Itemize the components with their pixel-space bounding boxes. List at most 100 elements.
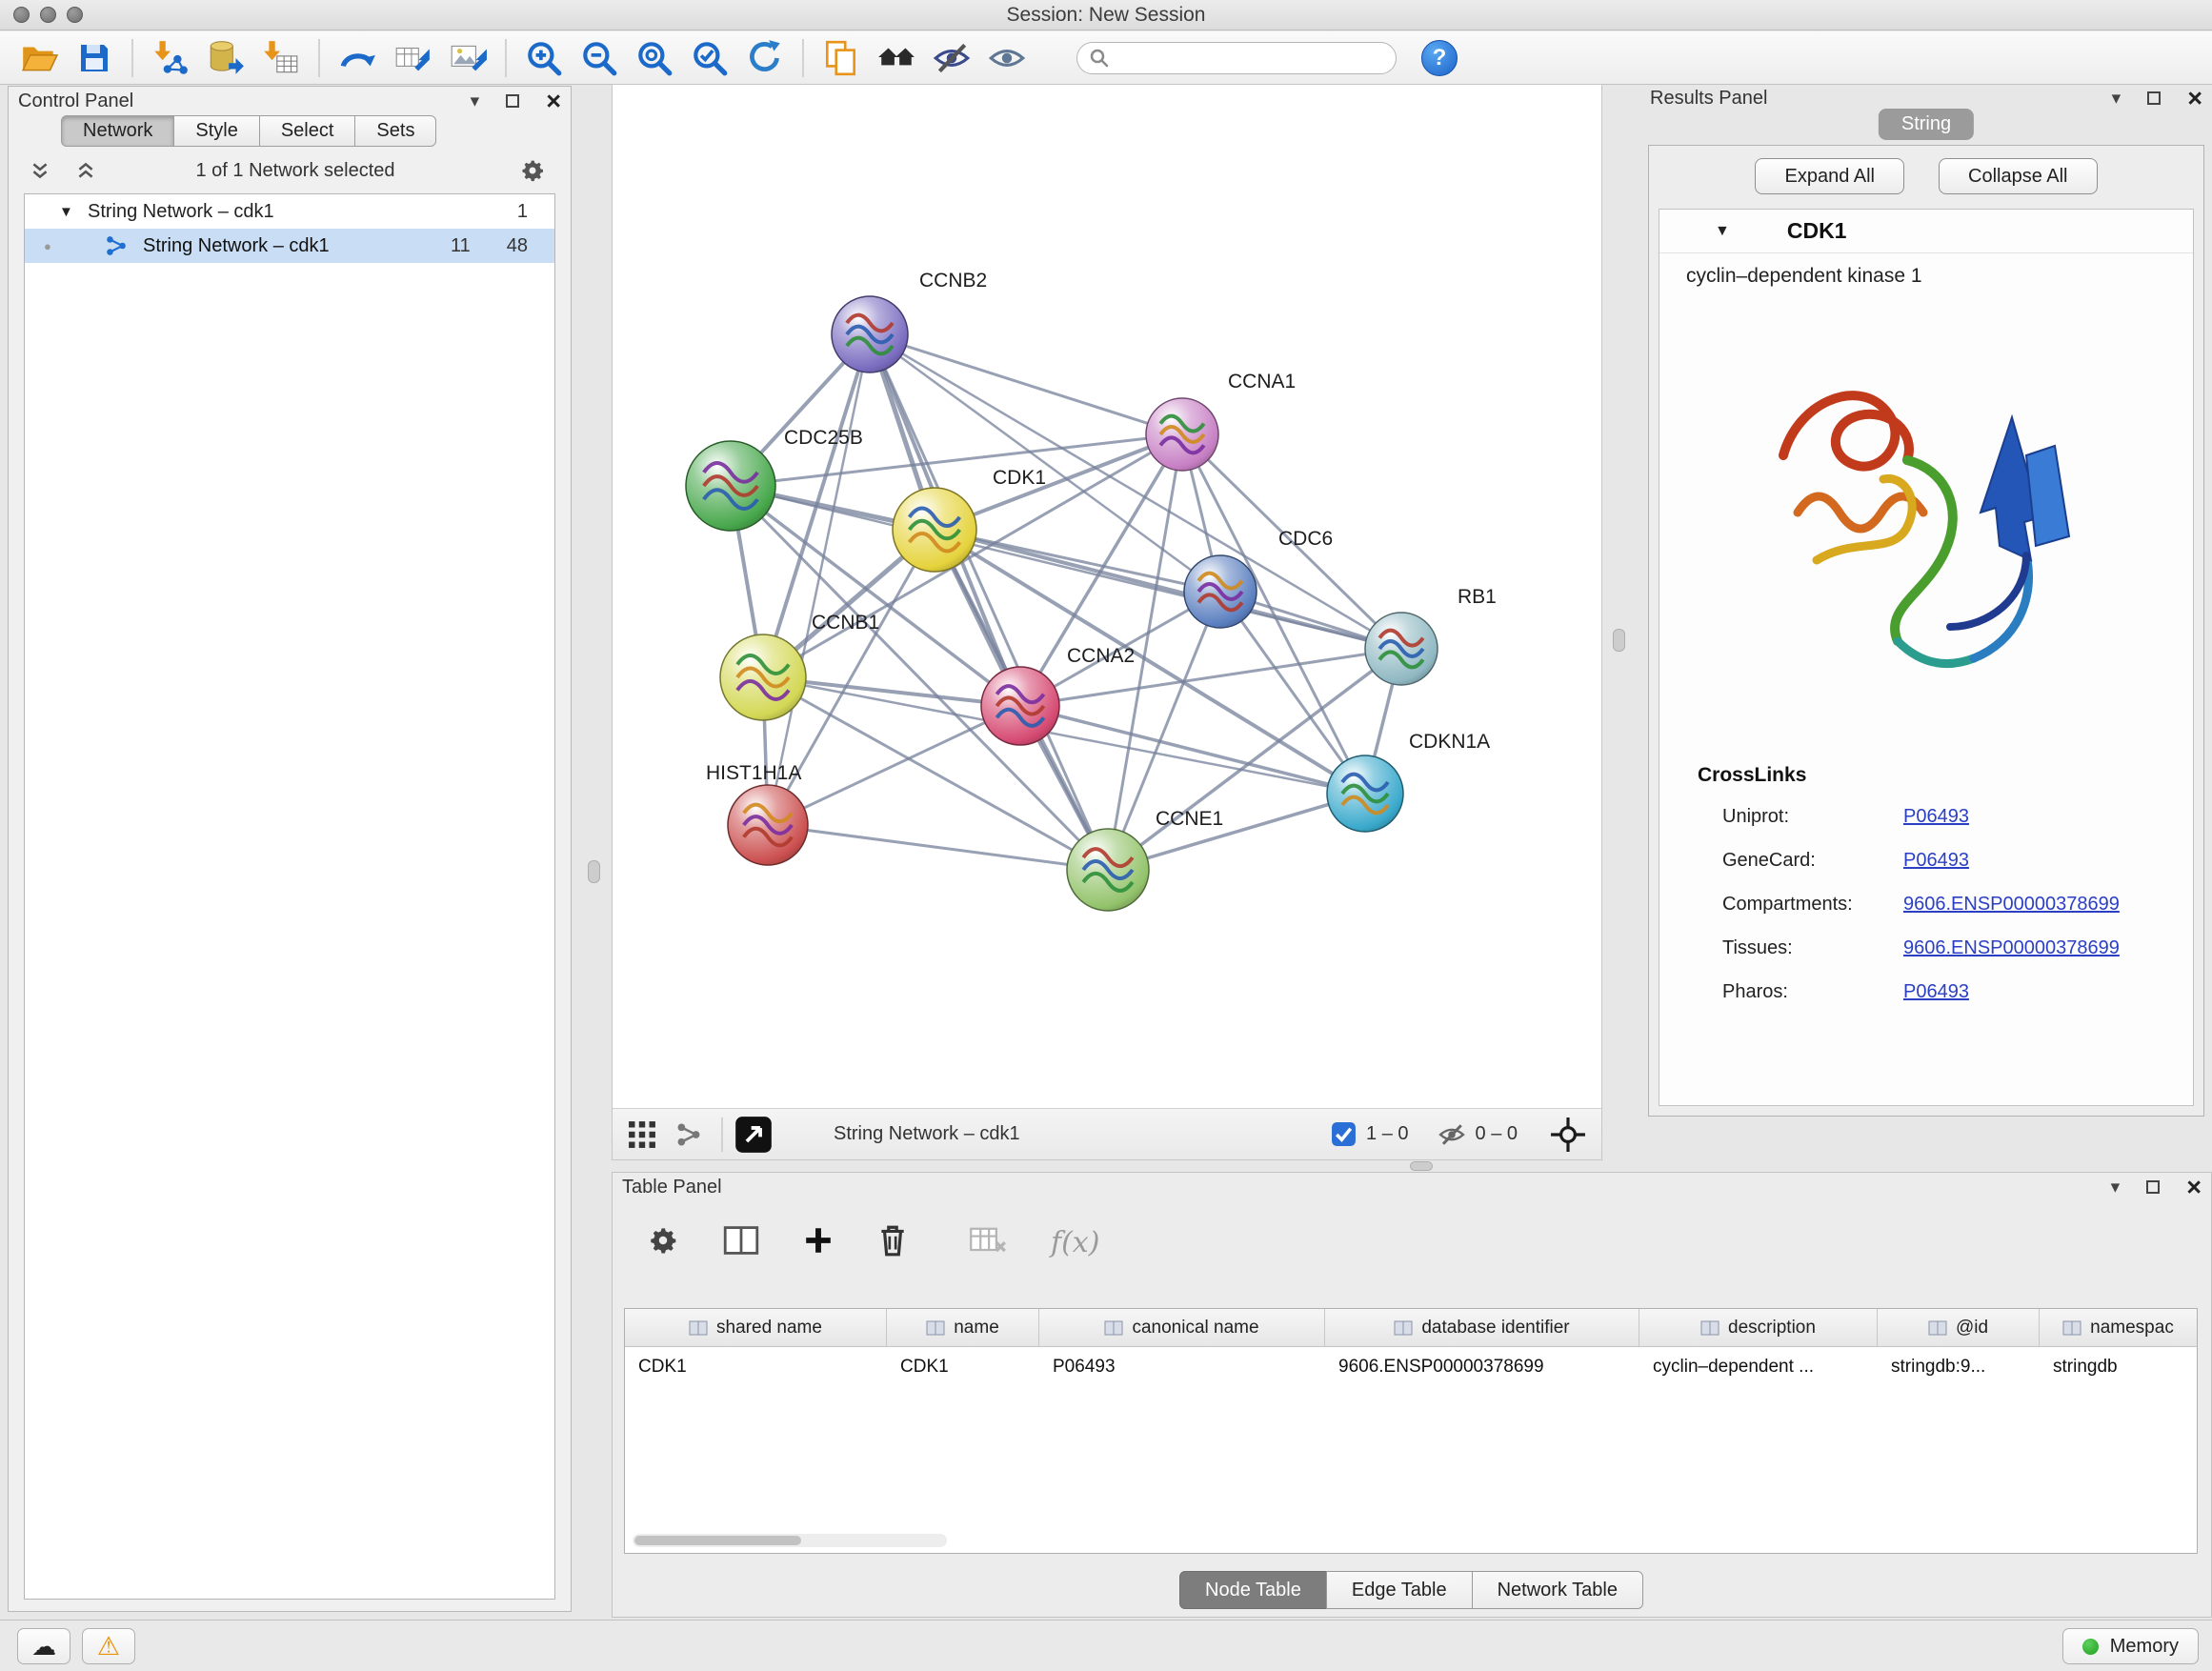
zoom-in-button[interactable] bbox=[520, 35, 568, 81]
import-table-button[interactable] bbox=[257, 35, 305, 81]
crosslink-link[interactable]: P06493 bbox=[1903, 981, 1969, 1003]
network-edge[interactable] bbox=[763, 677, 1365, 794]
export-table-button[interactable] bbox=[389, 35, 436, 81]
collapse-panel-icon[interactable]: ▾ bbox=[471, 92, 480, 111]
open-session-button[interactable] bbox=[15, 35, 63, 81]
tree-expander-icon[interactable]: ▼ bbox=[59, 204, 88, 220]
cell-description[interactable]: cyclin–dependent ... bbox=[1639, 1357, 1878, 1378]
horizontal-scrollbar[interactable] bbox=[633, 1534, 947, 1547]
show-all-button[interactable] bbox=[983, 35, 1031, 81]
close-panel-icon[interactable]: × bbox=[2186, 1175, 2202, 1200]
maximize-window-button[interactable] bbox=[67, 7, 83, 23]
table-settings-gear-icon[interactable] bbox=[647, 1224, 679, 1261]
crosshair-icon[interactable] bbox=[1550, 1117, 1586, 1153]
network-edge[interactable] bbox=[768, 825, 1108, 870]
float-panel-icon[interactable] bbox=[504, 92, 521, 110]
share-network-icon[interactable] bbox=[675, 1121, 702, 1148]
warnings-button[interactable]: ⚠ bbox=[82, 1628, 135, 1664]
close-panel-icon[interactable]: × bbox=[546, 89, 561, 114]
cell-namespace[interactable]: stringdb bbox=[2040, 1357, 2197, 1378]
duplicate-snapshot-button[interactable] bbox=[817, 35, 865, 81]
collapse-panel-icon[interactable]: ▾ bbox=[2111, 1178, 2121, 1197]
splitter-handle[interactable] bbox=[588, 860, 600, 883]
tab-style[interactable]: Style bbox=[173, 115, 259, 147]
select-columns-icon[interactable] bbox=[723, 1224, 759, 1261]
float-panel-icon[interactable] bbox=[2145, 90, 2162, 107]
zoom-fit-button[interactable] bbox=[631, 35, 678, 81]
gear-icon[interactable] bbox=[519, 157, 546, 184]
crosslink-link[interactable]: 9606.ENSP00000378699 bbox=[1903, 894, 2120, 916]
apply-layout-button[interactable] bbox=[333, 35, 381, 81]
splitter-handle[interactable] bbox=[1410, 1161, 1433, 1171]
collapse-all-button[interactable]: Collapse All bbox=[1939, 158, 2098, 194]
expand-all-tree-icon[interactable] bbox=[30, 160, 50, 181]
database-icon bbox=[206, 38, 246, 78]
column-header-description[interactable]: description bbox=[1639, 1309, 1878, 1346]
save-session-button[interactable] bbox=[70, 35, 118, 81]
crosslink-link[interactable]: 9606.ENSP00000378699 bbox=[1903, 937, 2120, 959]
minimize-window-button[interactable] bbox=[40, 7, 56, 23]
collapse-all-tree-icon[interactable] bbox=[75, 160, 96, 181]
crosslink-label: Pharos: bbox=[1722, 981, 1903, 1003]
add-column-icon[interactable] bbox=[803, 1225, 834, 1260]
column-header-id[interactable]: @id bbox=[1878, 1309, 2040, 1346]
help-button[interactable]: ? bbox=[1421, 40, 1458, 76]
close-panel-icon[interactable]: × bbox=[2187, 86, 2202, 111]
cell-shared-name[interactable]: CDK1 bbox=[625, 1357, 887, 1378]
splitter-handle[interactable] bbox=[1613, 629, 1625, 652]
tab-node-table[interactable]: Node Table bbox=[1179, 1571, 1327, 1609]
collapse-panel-icon[interactable]: ▾ bbox=[2112, 90, 2122, 108]
tab-sets[interactable]: Sets bbox=[354, 115, 436, 147]
cell-name[interactable]: CDK1 bbox=[887, 1357, 1039, 1378]
hide-selected-button[interactable] bbox=[928, 35, 975, 81]
tab-edge-table[interactable]: Edge Table bbox=[1326, 1571, 1473, 1609]
zoom-selected-button[interactable] bbox=[686, 35, 734, 81]
tab-select[interactable]: Select bbox=[259, 115, 356, 147]
node-label-ccna1: CCNA1 bbox=[1228, 371, 1296, 393]
float-panel-icon[interactable] bbox=[2144, 1178, 2162, 1196]
hidden-eye-icon[interactable] bbox=[1438, 1120, 1466, 1149]
search-input[interactable] bbox=[1117, 48, 1384, 69]
memory-button[interactable]: Memory bbox=[2062, 1628, 2199, 1664]
checkbox-icon[interactable] bbox=[1331, 1121, 1357, 1147]
column-header-database-identifier[interactable]: database identifier bbox=[1325, 1309, 1639, 1346]
network-edge[interactable] bbox=[870, 334, 1182, 434]
column-header-canonical-name[interactable]: canonical name bbox=[1039, 1309, 1325, 1346]
network-collection-row[interactable]: ▼ String Network – cdk1 1 bbox=[25, 194, 554, 229]
crosslink-link[interactable]: P06493 bbox=[1903, 806, 1969, 828]
network-row-selected[interactable]: ● String Network – cdk1 11 48 bbox=[25, 229, 554, 263]
scrollbar-thumb[interactable] bbox=[634, 1536, 801, 1545]
refresh-view-button[interactable] bbox=[741, 35, 789, 81]
network-collection-count: 1 bbox=[517, 201, 554, 223]
export-image-button[interactable] bbox=[444, 35, 492, 81]
string-results-tab[interactable]: String bbox=[1879, 109, 1974, 140]
column-header-shared-name[interactable]: shared name bbox=[625, 1309, 887, 1346]
tab-network-table[interactable]: Network Table bbox=[1472, 1571, 1643, 1609]
cloud-button[interactable]: ☁ bbox=[17, 1628, 70, 1664]
node-label-cdk1: CDK1 bbox=[993, 467, 1046, 489]
detach-view-icon[interactable] bbox=[734, 1116, 773, 1154]
crosslink-link[interactable]: P06493 bbox=[1903, 850, 1969, 872]
network-canvas[interactable]: CCNB2CCNA1CDC25BCDK1CDC6RB1CCNB1CCNA2CDK… bbox=[613, 85, 1601, 1108]
expand-all-button[interactable]: Expand All bbox=[1755, 158, 1904, 194]
close-window-button[interactable] bbox=[13, 7, 30, 23]
cell-database-identifier[interactable]: 9606.ENSP00000378699 bbox=[1325, 1357, 1639, 1378]
import-network-file-button[interactable] bbox=[147, 35, 194, 81]
column-header-namespace[interactable]: namespac bbox=[2040, 1309, 2197, 1346]
function-builder-icon[interactable]: f(x) bbox=[1051, 1226, 1099, 1259]
delete-table-icon[interactable] bbox=[969, 1225, 1007, 1260]
column-header-name[interactable]: name bbox=[887, 1309, 1039, 1346]
grid-icon[interactable] bbox=[628, 1120, 656, 1149]
network-edge[interactable] bbox=[768, 706, 1020, 825]
delete-column-icon[interactable] bbox=[877, 1223, 908, 1262]
tab-network[interactable]: Network bbox=[61, 115, 174, 147]
section-expander-icon[interactable]: ▼ bbox=[1715, 223, 1730, 240]
home-button[interactable] bbox=[873, 35, 920, 81]
import-network-database-button[interactable] bbox=[202, 35, 250, 81]
protein-section-header[interactable]: ▼ CDK1 bbox=[1659, 210, 2193, 253]
network-edge[interactable] bbox=[870, 334, 1108, 870]
table-row[interactable]: CDK1 CDK1 P06493 9606.ENSP00000378699 cy… bbox=[625, 1347, 2197, 1387]
cell-id[interactable]: stringdb:9... bbox=[1878, 1357, 2040, 1378]
cell-canonical-name[interactable]: P06493 bbox=[1039, 1357, 1325, 1378]
zoom-out-button[interactable] bbox=[575, 35, 623, 81]
